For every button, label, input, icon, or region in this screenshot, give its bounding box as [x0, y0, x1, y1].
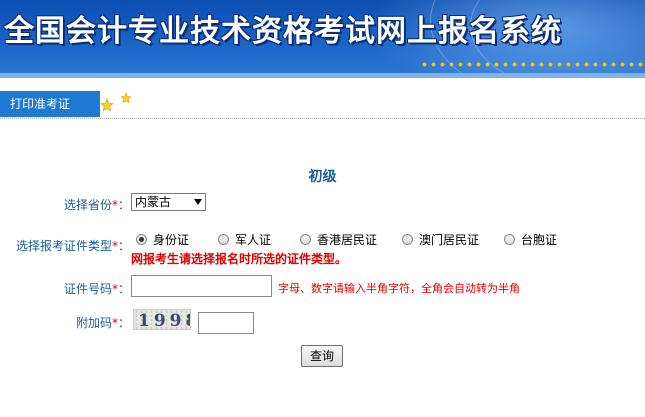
radio-label: 香港居民证 [317, 233, 378, 247]
captcha-text: 1998 [138, 311, 190, 330]
star-icon [100, 98, 114, 112]
id-number-label: 证件号码*： [64, 282, 131, 296]
chevron-down-icon [194, 199, 202, 205]
province-label-text: 选择省份 [64, 198, 113, 212]
radio-button[interactable] [504, 234, 515, 245]
captcha-input[interactable] [198, 312, 254, 334]
required-mark: * [112, 316, 119, 330]
captcha-image[interactable]: 1998 [133, 309, 191, 330]
nav-strip: 打印准考证 [0, 88, 645, 119]
radio-label: 台胞证 [521, 233, 558, 247]
radio-button[interactable] [136, 234, 147, 245]
radio-label: 澳门居民证 [419, 233, 480, 247]
radio-id-card[interactable]: 身份证 [136, 231, 189, 248]
radio-taiwan-card[interactable]: 台胞证 [504, 231, 557, 248]
required-mark: * [112, 198, 119, 212]
id-number-label-text: 证件号码 [64, 282, 113, 296]
required-mark: * [112, 239, 119, 253]
header-banner: 全国会计专业技术资格考试网上报名系统 [0, 0, 645, 78]
radio-military-card[interactable]: 军人证 [218, 231, 271, 248]
banner-dots [420, 60, 645, 70]
radio-button[interactable] [402, 234, 413, 245]
id-type-label-text: 选择报考证件类型 [16, 239, 113, 253]
province-select[interactable]: 内蒙古 [131, 193, 206, 211]
star-icon [120, 92, 134, 106]
required-mark: * [112, 282, 119, 296]
province-selected-value: 内蒙古 [135, 195, 172, 209]
province-label: 选择省份*： [64, 198, 131, 212]
radio-button[interactable] [300, 234, 311, 245]
radio-button[interactable] [218, 234, 229, 245]
query-button[interactable]: 查询 [301, 345, 343, 367]
radio-macau-card[interactable]: 澳门居民证 [402, 231, 479, 248]
radio-label: 军人证 [235, 233, 272, 247]
id-type-warning: 网报考生请选择报名时所选的证件类型。 [131, 252, 348, 266]
id-type-label: 选择报考证件类型*： [16, 239, 131, 253]
radio-label: 身份证 [153, 233, 190, 247]
system-title: 全国会计专业技术资格考试网上报名系统 [4, 14, 562, 49]
id-number-input[interactable] [131, 275, 272, 297]
id-number-hint: 字母、数字请输入半角字符，全角会自动转为半角 [278, 282, 520, 295]
captcha-label: 附加码*： [76, 316, 131, 330]
level-title: 初级 [308, 169, 337, 185]
radio-hongkong-card[interactable]: 香港居民证 [300, 231, 377, 248]
captcha-label-text: 附加码 [76, 316, 113, 330]
banner-divider [0, 73, 645, 78]
tab-print-admission-ticket[interactable]: 打印准考证 [0, 91, 100, 117]
